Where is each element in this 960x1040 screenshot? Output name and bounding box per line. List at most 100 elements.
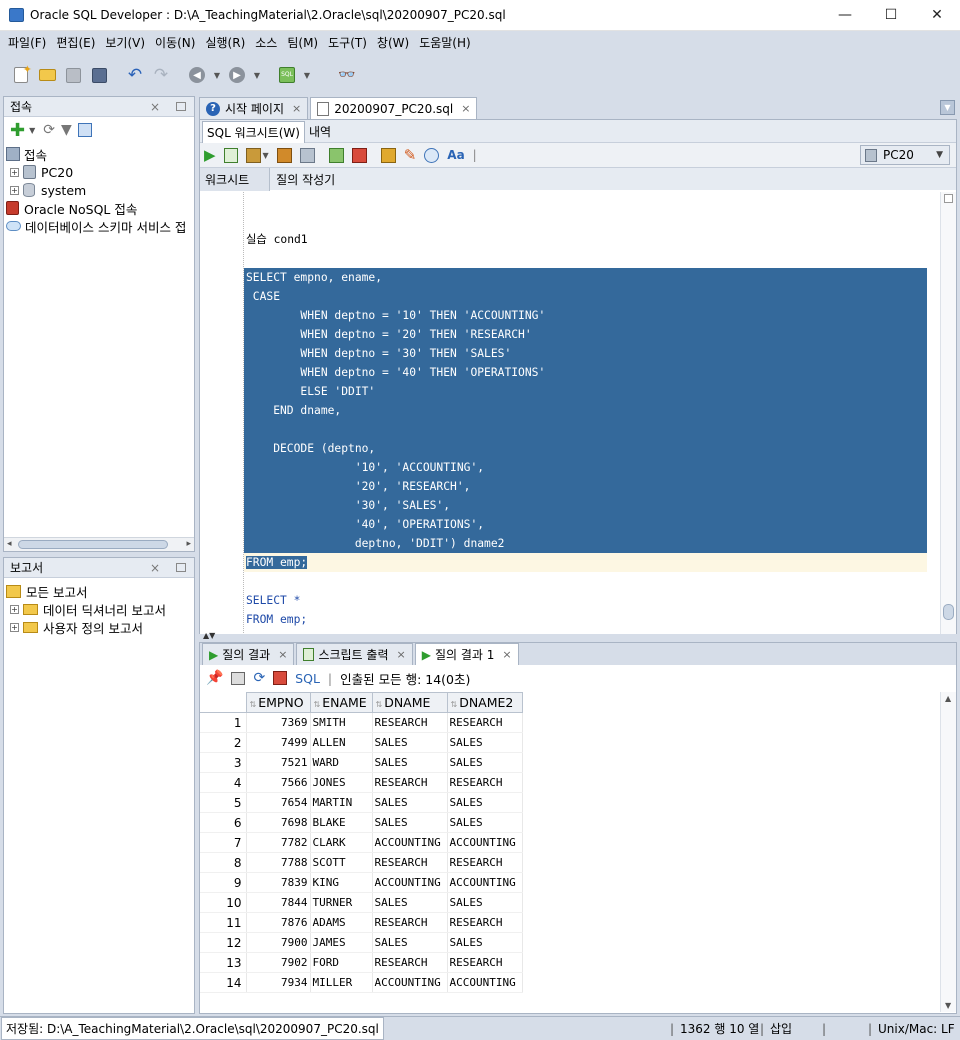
column-header-dname2[interactable]: ⇅ DNAME2 — [446, 692, 523, 713]
tab-worksheet[interactable]: 워크시트 — [200, 167, 271, 191]
connection-selector[interactable]: PC20 ▼ — [860, 145, 950, 165]
subtab-history[interactable]: 내역 — [305, 121, 335, 142]
expand-icon[interactable]: + — [10, 604, 19, 614]
tab-query-builder[interactable]: 질의 작성기 — [270, 168, 341, 191]
table-row[interactable]: 2 7499 ALLEN SALES SALES — [200, 732, 523, 753]
menu-help[interactable]: 도움말(H) — [415, 31, 475, 56]
forward-icon[interactable]: ▶ — [226, 64, 248, 86]
menu-run[interactable]: 실행(R) — [201, 31, 249, 56]
cancel-icon[interactable] — [273, 671, 288, 685]
add-dropdown-icon[interactable]: ▼ — [29, 126, 35, 135]
back-icon[interactable]: ◀ — [186, 64, 208, 86]
back-dropdown-icon[interactable]: ▼ — [212, 64, 222, 86]
column-header-ename[interactable]: ⇅ ENAME — [309, 692, 373, 713]
save-all-icon[interactable] — [88, 64, 110, 86]
tab-script-output[interactable]: 스크립트 출력 × — [296, 643, 413, 665]
minimize-button[interactable]: — — [822, 0, 868, 31]
tree-item-data-dictionary-reports[interactable]: + 데이터 딕셔너리 보고서 — [6, 600, 194, 618]
undo-icon[interactable]: ↶ — [124, 64, 146, 86]
close-tab-icon[interactable]: × — [461, 102, 470, 115]
expand-icon[interactable]: + — [10, 167, 19, 177]
table-row[interactable]: 11 7876 ADAMS RESEARCH RESEARCH — [200, 912, 523, 933]
sql-tuning-icon[interactable] — [299, 147, 315, 163]
table-row[interactable]: 14 7934 MILLER ACCOUNTING ACCOUNTING — [200, 972, 523, 993]
column-header-empno[interactable]: ⇅ EMPNO — [245, 692, 311, 713]
code-editor[interactable]: 실습 cond1 SELECT empno, ename, CASE WHEN d… — [200, 192, 940, 635]
scrollbar-thumb[interactable] — [18, 540, 168, 549]
table-row[interactable]: 6 7698 BLAKE SALES SALES — [200, 812, 523, 833]
expand-icon[interactable]: + — [10, 622, 19, 632]
refresh-icon[interactable]: ⟳ — [253, 670, 265, 686]
table-row[interactable]: 12 7900 JAMES SALES SALES — [200, 932, 523, 953]
history-icon[interactable] — [424, 147, 440, 163]
menu-file[interactable]: 파일(F) — [4, 31, 50, 56]
refresh-icon[interactable]: ⟳ — [43, 122, 55, 138]
explain-plan-icon[interactable] — [276, 147, 292, 163]
sql-worksheet-icon[interactable]: SQL — [276, 64, 298, 86]
close-button[interactable]: ✕ — [914, 0, 960, 31]
rollback-icon[interactable] — [351, 147, 367, 163]
find-db-object-icon[interactable]: 👓 — [336, 64, 358, 86]
splitter[interactable]: ▲▼ — [199, 631, 957, 642]
clear-icon[interactable]: ✎ — [404, 146, 417, 164]
tab-sql-file[interactable]: 20200907_PC20.sql × — [310, 97, 478, 119]
table-row[interactable]: 1 7369 SMITH RESEARCH RESEARCH — [200, 712, 523, 733]
run-script-icon[interactable] — [223, 147, 238, 163]
add-connection-icon[interactable]: ✚ — [10, 120, 25, 141]
table-row[interactable]: 4 7566 JONES RESEARCH RESEARCH — [200, 772, 523, 793]
horizontal-scrollbar[interactable]: ◂ ▸ — [4, 537, 194, 551]
menu-view[interactable]: 보기(V) — [101, 31, 149, 56]
table-row[interactable]: 5 7654 MARTIN SALES SALES — [200, 792, 523, 813]
minimize-panel-icon[interactable] — [176, 563, 186, 572]
redo-icon[interactable]: ↷ — [150, 64, 172, 86]
table-row[interactable]: 13 7902 FORD RESEARCH RESEARCH — [200, 952, 523, 973]
save-icon[interactable] — [62, 64, 84, 86]
table-row[interactable]: 10 7844 TURNER SALES SALES — [200, 892, 523, 913]
format-case-icon[interactable]: Aa — [447, 148, 464, 162]
print-icon[interactable] — [231, 671, 246, 685]
close-tab-icon[interactable]: × — [278, 648, 287, 661]
pin-icon[interactable]: 📌 — [206, 670, 223, 686]
new-file-icon[interactable]: ✦ — [10, 63, 32, 86]
table-row[interactable]: 9 7839 KING ACCOUNTING ACCOUNTING — [200, 872, 523, 893]
tree-item-user-defined-reports[interactable]: + 사용자 정의 보고서 — [6, 618, 194, 636]
scrollbar-thumb[interactable] — [943, 604, 954, 620]
tree-item-schema-service[interactable]: 데이터베이스 스키마 서비스 접 — [6, 217, 194, 235]
menu-navigate[interactable]: 이동(N) — [151, 31, 199, 56]
commit-icon[interactable] — [328, 147, 344, 163]
run-statement-icon[interactable]: ▶ — [204, 146, 216, 164]
menu-window[interactable]: 창(W) — [373, 31, 413, 56]
tree-item-nosql[interactable]: Oracle NoSQL 접속 — [6, 199, 194, 217]
forward-dropdown-icon[interactable]: ▼ — [252, 64, 262, 86]
autotrace-icon[interactable] — [245, 147, 261, 163]
tree-item-connections[interactable]: 접속 — [6, 145, 194, 163]
menu-source[interactable]: 소스 — [251, 31, 281, 56]
menu-team[interactable]: 팀(M) — [283, 31, 322, 56]
maximize-button[interactable]: ☐ — [868, 0, 914, 31]
tab-query-result-1[interactable]: ▶ 질의 결과 1 × — [414, 643, 519, 665]
tab-query-result[interactable]: ▶ 질의 결과 × — [202, 643, 295, 665]
schema-browser-icon[interactable] — [77, 123, 92, 137]
tree-item-pc20[interactable]: + PC20 — [6, 163, 194, 181]
menu-tools[interactable]: 도구(T) — [324, 31, 371, 56]
menu-edit[interactable]: 편집(E) — [52, 31, 99, 56]
minimize-panel-icon[interactable] — [176, 102, 186, 111]
table-row[interactable]: 8 7788 SCOTT RESEARCH RESEARCH — [200, 852, 523, 873]
autotrace-dropdown-icon[interactable]: ▼ — [263, 151, 269, 160]
close-tab-icon[interactable]: × — [397, 648, 406, 661]
tab-list-dropdown-icon[interactable]: ▼ — [940, 100, 955, 115]
column-header-dname[interactable]: ⇅ DNAME — [371, 692, 448, 713]
tree-item-system[interactable]: + system — [6, 181, 194, 199]
tree-item-all-reports[interactable]: 모든 보고서 — [6, 582, 194, 600]
connections-close-icon[interactable]: × — [150, 97, 160, 117]
close-tab-icon[interactable]: × — [292, 102, 301, 115]
unshared-sql-icon[interactable] — [380, 147, 396, 163]
vertical-scrollbar[interactable] — [940, 192, 956, 635]
tab-start-page[interactable]: ? 시작 페이지 × — [199, 97, 309, 119]
subtab-worksheet[interactable]: SQL 워크시트(W) — [202, 121, 305, 143]
filter-icon[interactable]: ▼ — [61, 122, 72, 138]
sql-dropdown-icon[interactable]: ▼ — [302, 64, 312, 86]
close-tab-icon[interactable]: × — [502, 648, 511, 661]
expand-icon[interactable]: + — [10, 185, 19, 195]
sql-link[interactable]: SQL — [295, 671, 320, 686]
